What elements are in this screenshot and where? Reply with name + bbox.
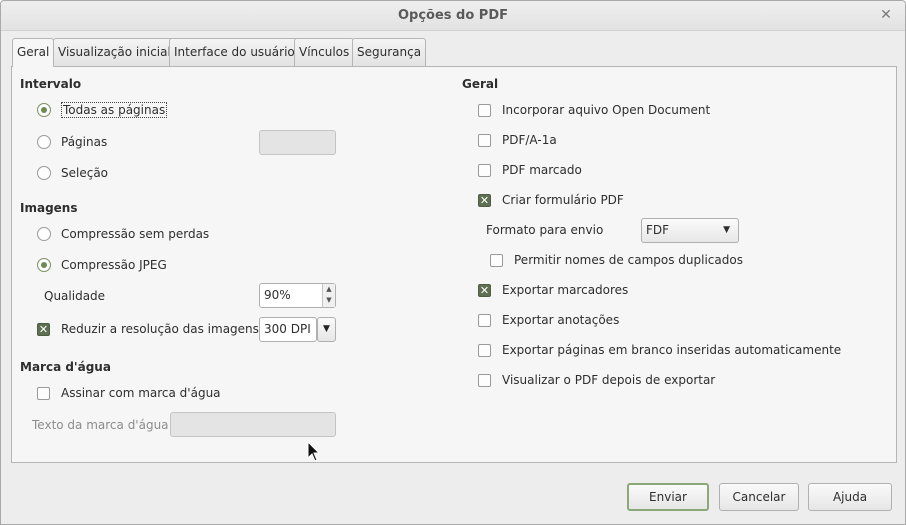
- general-section-title: Geral: [462, 77, 499, 91]
- mouse-cursor-icon: [307, 441, 321, 462]
- allow-duplicate-check-indicator[interactable]: [490, 253, 503, 267]
- view-after-export-checkbox[interactable]: Visualizar o PDF depois de exportar: [478, 370, 715, 390]
- sign-watermark-label: Assinar com marca d'água: [61, 386, 221, 400]
- tab-geral[interactable]: Geral: [12, 38, 55, 67]
- submit-format-label: Formato para envio: [486, 223, 604, 237]
- all-pages-label: Todas as páginas: [61, 102, 168, 118]
- radio-lossless-indicator[interactable]: [37, 227, 51, 241]
- quality-value: 90%: [264, 288, 291, 302]
- tagged-pdf-check-indicator[interactable]: [478, 163, 491, 177]
- quality-spin-buttons[interactable]: ▲ ▼: [322, 284, 335, 307]
- spin-up-icon[interactable]: ▲: [323, 284, 335, 295]
- export-bookmarks-check-indicator[interactable]: ✕: [478, 283, 491, 297]
- selection-label: Seleção: [61, 166, 109, 180]
- pdfa-label: PDF/A-1a: [502, 133, 557, 147]
- radio-all-pages[interactable]: Todas as páginas: [37, 100, 168, 120]
- chevron-down-icon: ▼: [723, 225, 730, 235]
- range-section-title: Intervalo: [20, 77, 82, 91]
- quality-label: Qualidade: [44, 289, 106, 303]
- pdfa-checkbox[interactable]: PDF/A-1a: [478, 130, 557, 150]
- watermark-text-label: Texto da marca d'água: [32, 418, 169, 432]
- export-blank-pages-checkbox[interactable]: Exportar páginas em branco inseridas aut…: [478, 340, 841, 360]
- chevron-down-icon[interactable]: ▼: [317, 317, 336, 342]
- quality-spinbox[interactable]: 90% ▲ ▼: [259, 283, 336, 308]
- reduce-resolution-check-indicator[interactable]: ✕: [37, 322, 50, 336]
- close-icon[interactable]: ✕: [877, 6, 895, 24]
- submit-format-select[interactable]: FDF ▼: [641, 218, 739, 243]
- allow-duplicate-checkbox[interactable]: Permitir nomes de campos duplicados: [490, 250, 743, 270]
- jpeg-label: Compressão JPEG: [61, 258, 167, 272]
- tab-seguranca[interactable]: Segurança: [352, 38, 427, 66]
- create-form-checkbox[interactable]: ✕ Criar formulário PDF: [478, 190, 624, 210]
- lossless-label: Compressão sem perdas: [61, 227, 210, 241]
- watermark-section-title: Marca d'água: [20, 360, 111, 374]
- watermark-text-row: Texto da marca d'água: [32, 415, 169, 435]
- radio-selection[interactable]: Seleção: [37, 163, 108, 183]
- export-comments-label: Exportar anotações: [502, 313, 620, 327]
- radio-jpeg-indicator[interactable]: [37, 258, 51, 272]
- help-button[interactable]: Ajuda: [808, 483, 892, 511]
- watermark-text-input[interactable]: [170, 412, 336, 437]
- export-blank-pages-label: Exportar páginas em branco inseridas aut…: [502, 343, 842, 357]
- view-after-export-label: Visualizar o PDF depois de exportar: [502, 373, 716, 387]
- pages-label: Páginas: [61, 135, 108, 149]
- radio-pages-indicator[interactable]: [37, 135, 51, 149]
- allow-duplicate-label: Permitir nomes de campos duplicados: [514, 253, 743, 267]
- radio-jpeg[interactable]: Compressão JPEG: [37, 255, 167, 275]
- submit-format-row: Formato para envio: [486, 220, 603, 240]
- resolution-combobox-input[interactable]: 300 DPI: [259, 317, 317, 342]
- reduce-resolution-checkbox[interactable]: ✕ Reduzir a resolução das imagens: [37, 319, 259, 339]
- radio-all-pages-indicator[interactable]: [37, 103, 51, 117]
- tab-interface-do-usuario[interactable]: Interface do usuário: [169, 38, 300, 66]
- pdf-options-dialog: Opções do PDF ✕ Geral Visualização inici…: [0, 0, 906, 525]
- images-section-title: Imagens: [20, 201, 78, 215]
- tab-vinculos[interactable]: Vínculos: [294, 38, 355, 66]
- general-panel: Intervalo Todas as páginas Páginas Seleç…: [11, 66, 897, 463]
- create-form-label: Criar formulário PDF: [502, 193, 624, 207]
- embed-odf-checkbox[interactable]: Incorporar aquivo Open Document: [478, 100, 710, 120]
- export-comments-checkbox[interactable]: Exportar anotações: [478, 310, 619, 330]
- embed-odf-check-indicator[interactable]: [478, 103, 491, 117]
- export-bookmarks-checkbox[interactable]: ✕ Exportar marcadores: [478, 280, 628, 300]
- sign-watermark-check-indicator[interactable]: [37, 386, 50, 400]
- export-button[interactable]: Enviar: [627, 483, 709, 511]
- tagged-pdf-label: PDF marcado: [502, 163, 582, 177]
- view-after-export-check-indicator[interactable]: [478, 373, 491, 387]
- quality-row: Qualidade: [44, 286, 105, 306]
- radio-selection-indicator[interactable]: [37, 166, 51, 180]
- pages-range-input[interactable]: [259, 130, 336, 155]
- submit-format-value: FDF: [646, 223, 670, 237]
- pdfa-check-indicator[interactable]: [478, 133, 491, 147]
- title-bar: Opções do PDF ✕: [1, 1, 905, 31]
- tab-visualizacao-inicial[interactable]: Visualização inicial: [53, 38, 176, 66]
- export-comments-check-indicator[interactable]: [478, 313, 491, 327]
- dialog-title: Opções do PDF: [397, 8, 509, 23]
- radio-lossless[interactable]: Compressão sem perdas: [37, 224, 209, 244]
- tagged-pdf-checkbox[interactable]: PDF marcado: [478, 160, 582, 180]
- embed-odf-label: Incorporar aquivo Open Document: [502, 103, 711, 117]
- export-blank-pages-check-indicator[interactable]: [478, 343, 491, 357]
- export-bookmarks-label: Exportar marcadores: [502, 283, 629, 297]
- sign-watermark-checkbox[interactable]: Assinar com marca d'água: [37, 383, 221, 403]
- cancel-button[interactable]: Cancelar: [719, 483, 799, 511]
- create-form-check-indicator[interactable]: ✕: [478, 193, 491, 207]
- spin-down-icon[interactable]: ▼: [323, 295, 335, 306]
- radio-pages[interactable]: Páginas: [37, 132, 107, 152]
- reduce-resolution-label: Reduzir a resolução das imagens: [61, 322, 259, 336]
